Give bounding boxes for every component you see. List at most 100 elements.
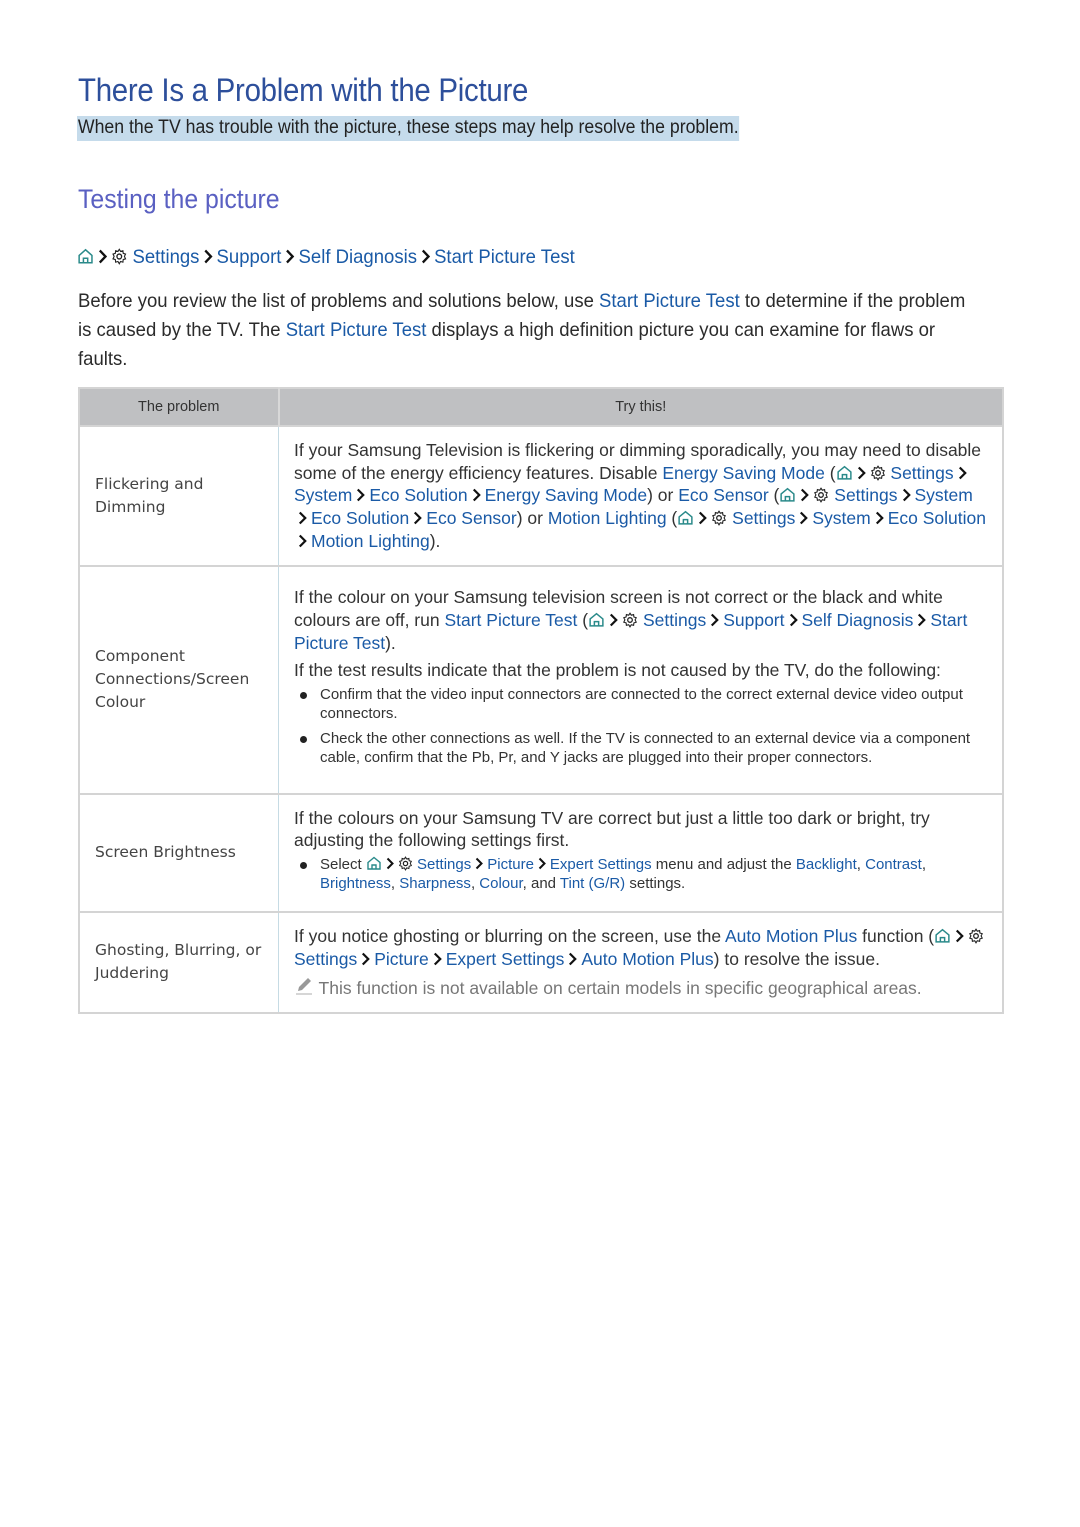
solution-text: If you notice ghosting or blurring on th… [294, 925, 988, 970]
text: ) or [516, 508, 548, 529]
gear-icon [622, 612, 638, 628]
text: , and [522, 875, 560, 893]
chevron-right-icon [608, 612, 619, 628]
path-start-picture-test-link[interactable]: Start Picture Test [434, 246, 575, 268]
home-icon [588, 611, 605, 628]
settings-link[interactable]: Settings [732, 508, 795, 528]
problem-cell: Flickering and Dimming [79, 425, 279, 566]
path-settings-link[interactable]: Settings [133, 246, 200, 268]
text: ) or [647, 485, 679, 506]
sharpness-link[interactable]: Sharpness [399, 875, 471, 892]
chevron-right-icon [799, 487, 810, 503]
text: ). [385, 632, 396, 653]
text: If you notice ghosting or blurring on th… [294, 925, 725, 946]
chevron-right-icon [537, 856, 547, 871]
solution-cell: If the colour on your Samsung television… [278, 564, 1003, 794]
intro-text: Before you review the list of problems a… [78, 290, 600, 312]
support-link[interactable]: Support [723, 610, 784, 630]
page-title: There Is a Problem with the Picture [78, 72, 529, 108]
solution-cell: If your Samsung Television is flickering… [278, 425, 1003, 566]
chevron-right-icon [412, 510, 423, 526]
chevron-right-icon [957, 465, 968, 481]
menu-path: Settings Support Self Diagnosis Start Pictu… [77, 246, 575, 269]
tint-link[interactable]: Tint (G/R) [560, 875, 625, 892]
bullet-list: Select Settings Picture Expert Settings me… [294, 855, 988, 894]
chevron-right-icon [798, 510, 809, 526]
problem-cell: Component Connections/Screen Colour [79, 564, 279, 794]
chevron-right-icon [874, 510, 885, 526]
chevron-right-icon [474, 856, 484, 871]
picture-link[interactable]: Picture [374, 949, 428, 969]
home-icon [77, 247, 94, 265]
chevron-right-icon [360, 951, 371, 967]
troubleshooting-table: The problem Try this! Flickering and Dim… [78, 387, 1004, 1015]
gear-icon [711, 510, 727, 526]
table-row: Flickering and Dimming If your Samsung T… [79, 425, 1003, 566]
chevron-right-icon [901, 487, 912, 503]
settings-link[interactable]: Settings [890, 463, 953, 483]
chevron-right-icon [567, 951, 578, 967]
colour-link[interactable]: Colour [479, 875, 522, 892]
start-picture-test-link[interactable]: Start Picture Test [286, 319, 427, 341]
motion-lighting-link[interactable]: Motion Lighting [548, 508, 667, 528]
picture-link[interactable]: Picture [487, 856, 534, 873]
section-title: Testing the picture [78, 184, 280, 214]
contrast-link[interactable]: Contrast [865, 856, 922, 873]
table-row: Ghosting, Blurring, or Juddering If you … [79, 910, 1003, 1014]
solution-text: If the test results indicate that the pr… [294, 660, 941, 681]
chevron-right-icon [420, 248, 431, 265]
gear-icon [968, 928, 984, 944]
eco-solution-link[interactable]: Eco Solution [369, 485, 467, 505]
chevron-right-icon [385, 856, 395, 871]
gear-icon [870, 465, 886, 481]
solution-text: If the colour on your Samsung television… [294, 587, 968, 653]
path-self-diagnosis-link[interactable]: Self Diagnosis [299, 246, 417, 268]
chevron-right-icon [856, 465, 867, 481]
chevron-right-icon [432, 951, 443, 967]
text: function ( [857, 925, 935, 946]
motion-lighting-link[interactable]: Motion Lighting [311, 531, 430, 551]
chevron-right-icon [297, 510, 308, 526]
path-support-link[interactable]: Support [217, 246, 282, 268]
gear-icon [111, 248, 127, 265]
eco-solution-link[interactable]: Eco Solution [888, 508, 986, 528]
text: Select [320, 855, 366, 873]
settings-link[interactable]: Settings [643, 610, 706, 630]
intro-paragraph: Before you review the list of problems a… [78, 287, 981, 374]
energy-saving-mode-link[interactable]: Energy Saving Mode [485, 485, 647, 505]
backlight-link[interactable]: Backlight [796, 856, 857, 873]
brightness-link[interactable]: Brightness [320, 875, 391, 892]
text: ) to resolve the issue. [713, 948, 880, 969]
eco-solution-link[interactable]: Eco Solution [311, 508, 409, 528]
system-link[interactable]: System [812, 508, 870, 528]
system-link[interactable]: System [915, 485, 973, 505]
solution-text: If your Samsung Television is flickering… [294, 440, 986, 551]
problem-cell: Screen Brightness [79, 792, 279, 912]
solution-cell: If the colours on your Samsung TV are co… [278, 792, 1003, 912]
eco-sensor-link[interactable]: Eco Sensor [426, 508, 516, 528]
gear-icon [398, 856, 413, 871]
expert-settings-link[interactable]: Expert Settings [446, 949, 565, 969]
eco-sensor-link[interactable]: Eco Sensor [678, 485, 768, 505]
auto-motion-plus-link[interactable]: Auto Motion Plus [581, 949, 713, 969]
note-text: This function is not available on certai… [318, 978, 922, 999]
start-picture-test-link[interactable]: Start Picture Test [599, 290, 740, 312]
chevron-right-icon [97, 248, 108, 265]
settings-link[interactable]: Settings [294, 949, 357, 969]
bullet-item: Confirm that the video input connectors … [300, 685, 988, 724]
system-link[interactable]: System [294, 485, 352, 505]
chevron-right-icon [297, 533, 308, 549]
home-icon [779, 486, 796, 503]
energy-saving-mode-link[interactable]: Energy Saving Mode [662, 463, 824, 483]
table-row: Component Connections/Screen Colour If t… [79, 564, 1003, 794]
settings-link[interactable]: Settings [417, 856, 471, 873]
problem-cell: Ghosting, Blurring, or Juddering [79, 910, 279, 1014]
chevron-right-icon [284, 248, 295, 265]
auto-motion-plus-link[interactable]: Auto Motion Plus [725, 926, 857, 946]
self-diagnosis-link[interactable]: Self Diagnosis [802, 610, 914, 630]
settings-link[interactable]: Settings [834, 485, 897, 505]
expert-settings-link[interactable]: Expert Settings [550, 856, 652, 873]
bullet-item: Check the other connections as well. If … [300, 729, 988, 768]
chevron-right-icon [697, 510, 708, 526]
start-picture-test-link[interactable]: Start Picture Test [444, 610, 577, 630]
